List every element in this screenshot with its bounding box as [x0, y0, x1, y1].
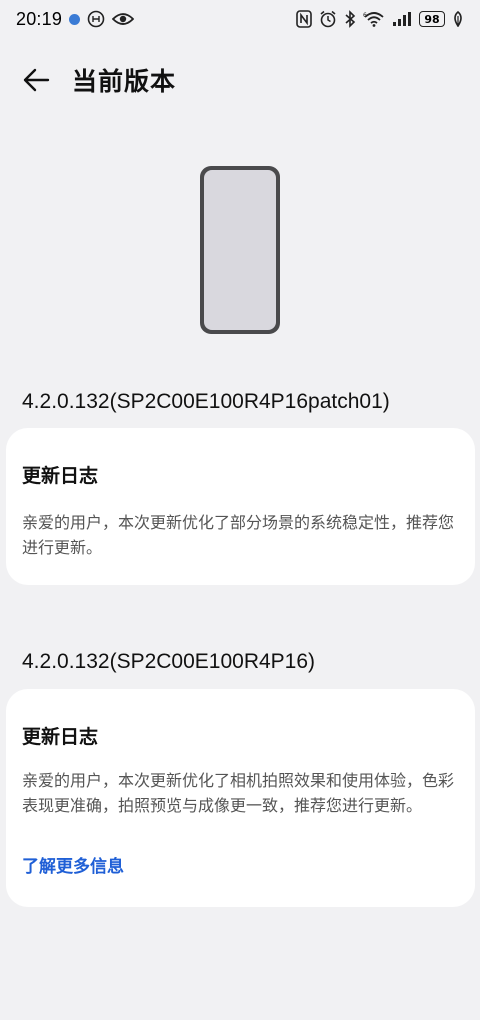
bluetooth-icon: [344, 10, 356, 28]
update-log-title: 更新日志: [22, 465, 99, 487]
update-log-text: 亲爱的用户，本次更新优化了部分场景的系统稳定性，推荐您进行更新。: [22, 513, 455, 557]
dnd-icon: [87, 10, 105, 28]
learn-more-link[interactable]: 了解更多信息: [22, 852, 124, 877]
status-time: 20:19: [16, 8, 63, 29]
version-number: 4.2.0.132(SP2C00E100R4P16patch01): [22, 390, 390, 413]
header: 当前版本: [0, 52, 480, 108]
back-button[interactable]: [16, 60, 56, 100]
wifi-6-icon: 6: [363, 11, 385, 27]
page-title: 当前版本: [72, 67, 177, 96]
nfc-icon: [296, 10, 312, 28]
alarm-icon: [319, 10, 337, 28]
phone-outline-icon: [198, 164, 282, 336]
svg-text:6: 6: [363, 12, 367, 19]
status-left: 20:19: [16, 8, 135, 30]
signal-icon: [392, 11, 412, 27]
version-number: 4.2.0.132(SP2C00E100R4P16): [22, 650, 316, 673]
status-bar: 20:19 6 98: [0, 0, 480, 38]
update-log-text: 亲爱的用户，本次更新优化了相机拍照效果和使用体验，色彩表现更准确，拍照预览与成像…: [22, 771, 455, 815]
back-arrow-icon: [23, 68, 50, 92]
charging-leaf-icon: [452, 11, 464, 27]
update-log-title: 更新日志: [22, 726, 99, 748]
update-log-card: 更新日志 亲爱的用户，本次更新优化了相机拍照效果和使用体验，色彩表现更准确，拍照…: [6, 689, 475, 907]
eye-comfort-icon: [112, 11, 135, 27]
status-right: 6 98: [296, 10, 464, 28]
app-notification-dot-icon: [69, 13, 81, 25]
battery-icon: 98: [419, 11, 445, 27]
update-log-card: 更新日志 亲爱的用户，本次更新优化了部分场景的系统稳定性，推荐您进行更新。: [6, 428, 475, 585]
